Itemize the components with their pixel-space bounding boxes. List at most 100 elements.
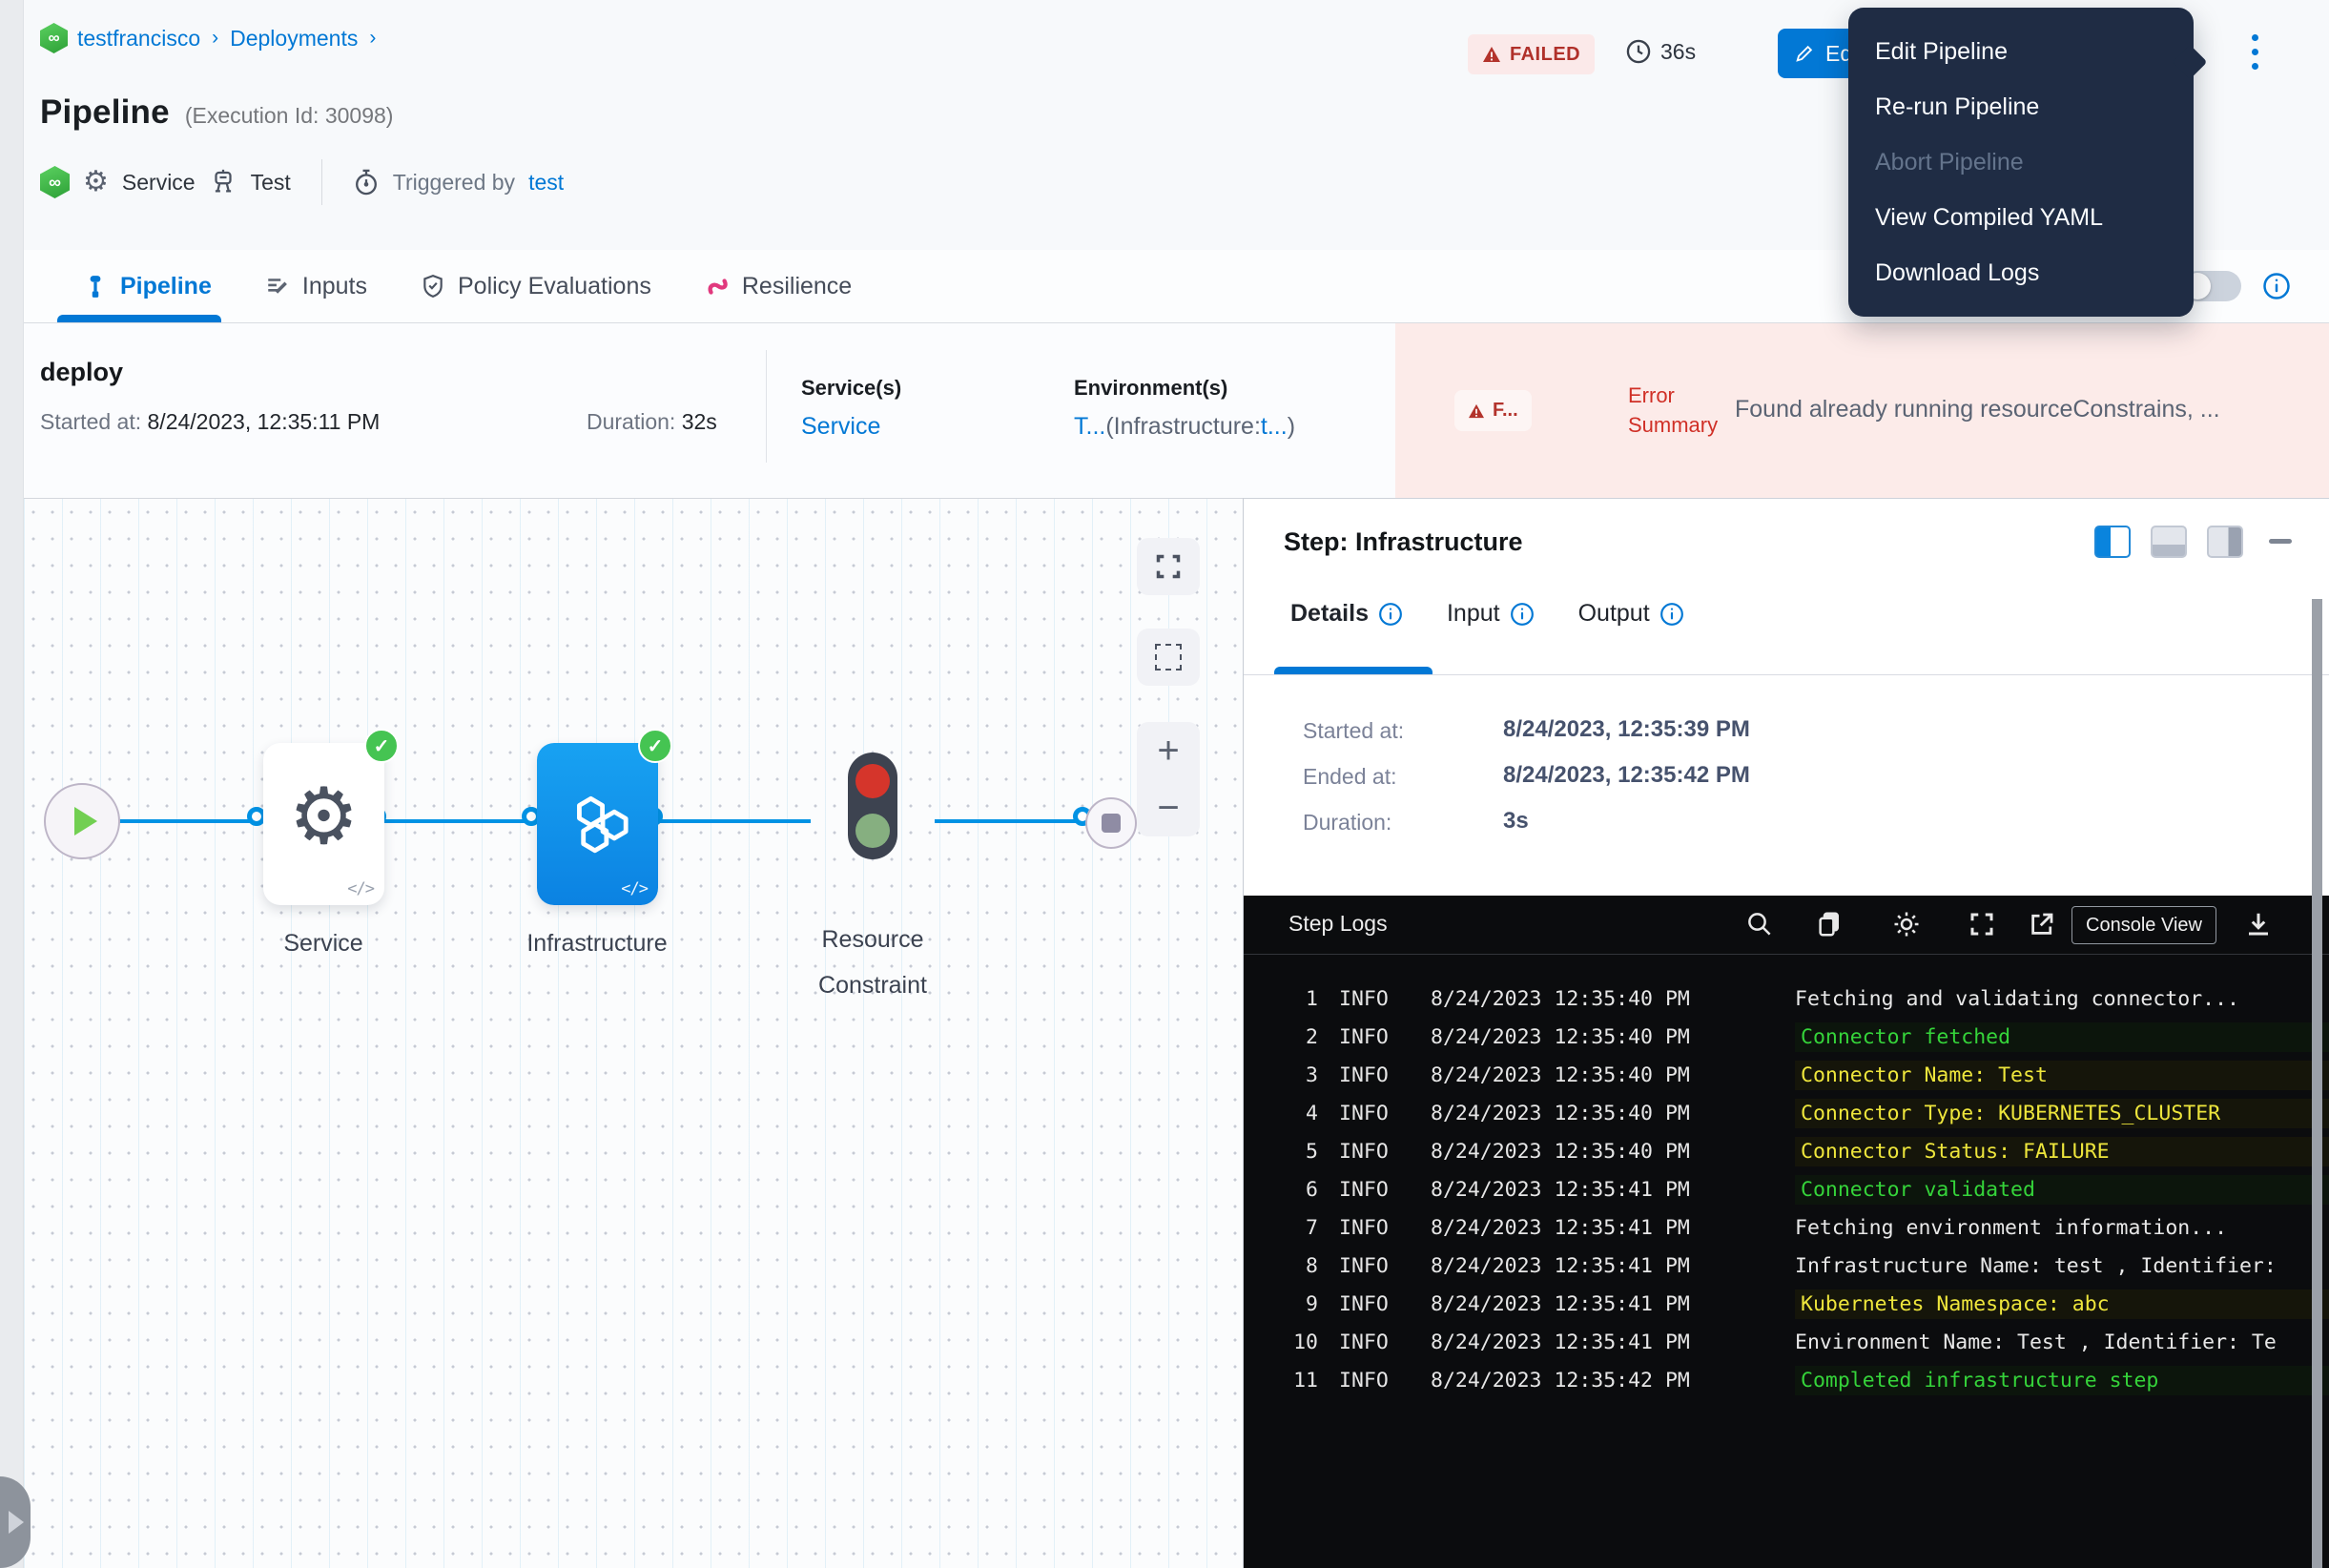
services-label: Service(s) xyxy=(801,376,901,401)
triggered-by-user-link[interactable]: test xyxy=(528,170,564,196)
log-line: 11INFO8/24/2023 12:35:42 PMCompleted inf… xyxy=(1244,1361,2329,1399)
service-link[interactable]: Service xyxy=(801,413,901,441)
failed-mini-badge-label: F... xyxy=(1493,400,1518,422)
log-message: Connector Name: Test xyxy=(1795,1061,2329,1090)
stage-summary-bar: deploy Started at: 8/24/2023, 12:35:11 P… xyxy=(24,322,2329,498)
log-line: 6INFO8/24/2023 12:35:41 PMConnector vali… xyxy=(1244,1170,2329,1208)
layout-bottom-view-button[interactable] xyxy=(2151,526,2187,558)
pencil-icon xyxy=(1794,43,1815,64)
layout-right-view-button[interactable] xyxy=(2207,526,2243,558)
zoom-in-button[interactable]: + xyxy=(1137,722,1200,779)
info-icon[interactable] xyxy=(1510,602,1535,627)
traffic-light-green xyxy=(855,814,890,848)
zoom-out-button[interactable]: − xyxy=(1137,779,1200,836)
services-column: Service(s) Service xyxy=(801,376,901,441)
page-title: Pipeline xyxy=(40,93,170,132)
start-node[interactable] xyxy=(44,783,120,859)
canvas-marquee-select-button[interactable] xyxy=(1137,629,1200,686)
resource-constraint-step-node[interactable] xyxy=(848,753,897,859)
menu-item-rerun-pipeline[interactable]: Re-run Pipeline xyxy=(1848,79,2194,134)
panel-scrollbar[interactable] xyxy=(2312,599,2322,1568)
step-tab-output-label: Output xyxy=(1578,600,1650,628)
breadcrumb-project-link[interactable]: testfrancisco xyxy=(77,26,200,52)
copy-icon[interactable] xyxy=(1815,910,1844,939)
code-tag-icon: </> xyxy=(347,879,374,898)
settings-gear-icon[interactable] xyxy=(1892,910,1921,939)
minimize-panel-button[interactable] xyxy=(2269,539,2292,544)
expand-fullscreen-icon[interactable] xyxy=(1968,910,1996,939)
search-icon[interactable] xyxy=(1745,910,1774,939)
status-badge-label: FAILED xyxy=(1510,44,1580,66)
success-check-badge: ✓ xyxy=(638,729,672,763)
menu-item-abort-pipeline: Abort Pipeline xyxy=(1848,134,2194,190)
stage-name[interactable]: deploy xyxy=(40,358,123,387)
inputs-tab-icon xyxy=(265,274,290,299)
tab-pipeline-label: Pipeline xyxy=(120,273,212,300)
layout-split-view-button[interactable] xyxy=(2094,526,2131,558)
log-line: 8INFO8/24/2023 12:35:41 PMInfrastructure… xyxy=(1244,1247,2329,1285)
stop-square-icon xyxy=(1102,814,1121,833)
log-line: 4INFO8/24/2023 12:35:40 PMConnector Type… xyxy=(1244,1094,2329,1132)
tab-pipeline[interactable]: Pipeline xyxy=(83,273,212,300)
chevron-right-icon: › xyxy=(367,27,378,50)
step-panel-title: Step: Infrastructure xyxy=(1284,527,1523,557)
log-message: Connector Type: KUBERNETES_CLUSTER xyxy=(1795,1099,2329,1128)
step-tab-details[interactable]: Details xyxy=(1290,600,1403,628)
tab-policy-evaluations[interactable]: Policy Evaluations xyxy=(421,273,651,300)
log-message: Connector Status: FAILURE xyxy=(1795,1137,2329,1166)
info-icon[interactable] xyxy=(2262,272,2291,300)
divider xyxy=(1244,674,2329,675)
code-tag-icon: </> xyxy=(621,879,648,898)
node-label-resource-constraint: Resource Constraint xyxy=(758,917,987,1008)
info-icon[interactable] xyxy=(1378,602,1403,627)
infrastructure-link[interactable]: t... xyxy=(1261,413,1288,440)
graph-edge xyxy=(381,819,536,823)
pipeline-graph-canvas[interactable]: + − ⚙ </> ✓ </> ✓ xyxy=(24,498,1243,1568)
menu-item-view-compiled-yaml[interactable]: View Compiled YAML xyxy=(1848,190,2194,245)
step-details-panel: Step: Infrastructure Details Input Outpu… xyxy=(1243,498,2329,1568)
success-check-badge: ✓ xyxy=(364,729,399,763)
detail-value-duration: 3s xyxy=(1503,808,1529,835)
more-options-kebab-button[interactable] xyxy=(2241,34,2268,92)
test-robot-icon xyxy=(209,168,237,196)
step-tab-output[interactable]: Output xyxy=(1578,600,1684,628)
download-icon[interactable] xyxy=(2244,910,2273,939)
end-node[interactable] xyxy=(1085,797,1137,849)
log-message: Environment Name: Test , Identifier: Te xyxy=(1795,1331,2329,1354)
menu-item-edit-pipeline[interactable]: Edit Pipeline xyxy=(1848,24,2194,79)
step-logs-title: Step Logs xyxy=(1288,911,1388,937)
pipeline-actions-menu: Edit Pipeline Re-run Pipeline Abort Pipe… xyxy=(1848,8,2194,317)
tab-inputs[interactable]: Inputs xyxy=(265,273,367,300)
log-line: 10INFO8/24/2023 12:35:41 PMEnvironment N… xyxy=(1244,1323,2329,1361)
step-logs-body: 1INFO8/24/2023 12:35:40 PMFetching and v… xyxy=(1244,955,2329,1568)
menu-item-download-logs[interactable]: Download Logs xyxy=(1848,245,2194,300)
tab-policy-evaluations-label: Policy Evaluations xyxy=(458,273,651,300)
divider xyxy=(766,350,767,463)
title-row: Pipeline (Execution Id: 30098) xyxy=(40,93,393,132)
open-external-icon[interactable] xyxy=(2028,910,2056,939)
collapsed-sidebar xyxy=(0,0,24,1568)
warning-triangle-icon xyxy=(1482,46,1501,63)
chevron-right-icon: › xyxy=(210,27,220,50)
service-step-node[interactable]: ⚙ </> ✓ xyxy=(263,743,384,905)
test-tag-label: Test xyxy=(251,170,291,196)
console-view-button[interactable]: Console View xyxy=(2071,906,2216,944)
breadcrumb-deployments-link[interactable]: Deployments xyxy=(230,26,358,52)
canvas-fullscreen-button[interactable] xyxy=(1137,538,1200,595)
pipeline-tab-icon xyxy=(83,274,108,299)
detail-value-ended: 8/24/2023, 12:35:42 PM xyxy=(1503,762,1750,789)
stage-duration: Duration: 32s xyxy=(587,409,717,435)
execution-id: (Execution Id: 30098) xyxy=(185,103,394,129)
error-summary-label: Error Summary xyxy=(1628,381,1718,440)
resilience-chaos-icon xyxy=(705,274,730,299)
triggered-by-label: Triggered by xyxy=(393,170,515,196)
infrastructure-step-node[interactable]: </> ✓ xyxy=(537,743,658,905)
info-icon[interactable] xyxy=(1659,602,1684,627)
tab-resilience[interactable]: Resilience xyxy=(705,273,852,300)
environment-link[interactable]: T... xyxy=(1074,413,1105,440)
step-tab-input[interactable]: Input xyxy=(1447,600,1535,628)
log-message: Connector fetched xyxy=(1795,1022,2329,1052)
tab-resilience-label: Resilience xyxy=(742,273,852,300)
tab-inputs-label: Inputs xyxy=(302,273,367,300)
failed-mini-badge: F... xyxy=(1454,390,1532,431)
